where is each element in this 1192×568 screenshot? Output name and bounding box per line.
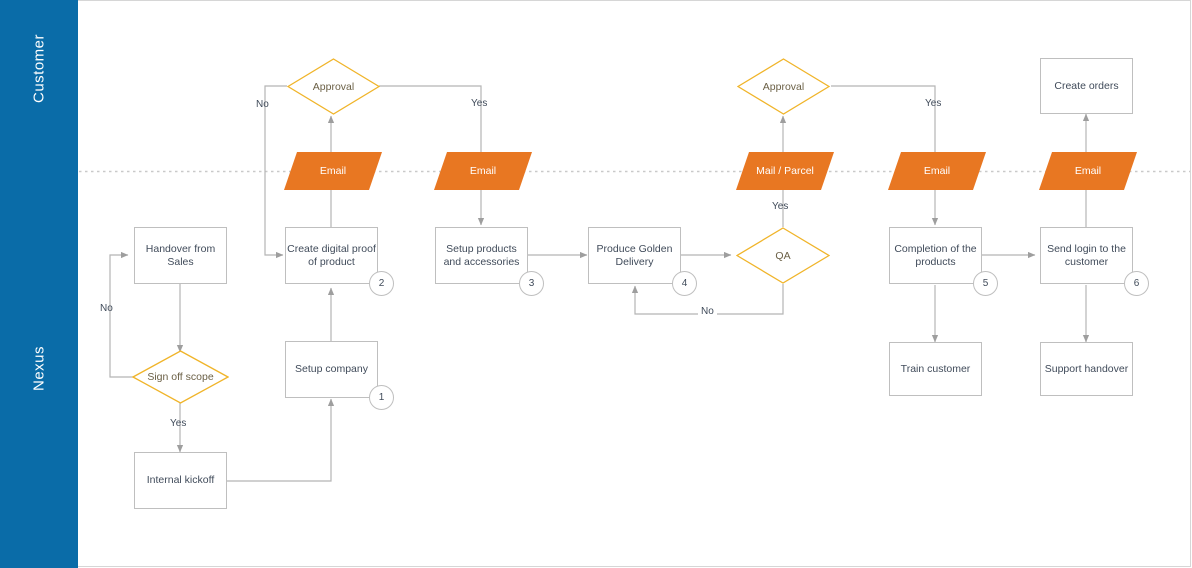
edge-label-no-qa: No <box>698 306 717 317</box>
badge-send-login-to-customer: 6 <box>1124 271 1149 296</box>
decision-qa-label: QA <box>775 249 791 262</box>
badge-completion-of-products: 5 <box>973 271 998 296</box>
message-mail-parcel-label: Mail / Parcel <box>756 165 814 177</box>
process-support-handover[interactable]: Support handover <box>1040 342 1133 396</box>
edge-label-yes-approval-1: Yes <box>471 98 488 109</box>
message-email-2[interactable]: Email <box>434 152 532 190</box>
process-train-customer-label: Train customer <box>900 362 971 375</box>
badge-setup-company: 1 <box>369 385 394 410</box>
decision-approval-1-label: Approval <box>312 80 355 93</box>
process-create-orders[interactable]: Create orders <box>1040 58 1133 114</box>
edge-label-yes-approval-2: Yes <box>925 98 942 109</box>
decision-sign-off-scope[interactable]: Sign off scope <box>131 350 230 404</box>
process-produce-golden-delivery-label: Produce Golden Delivery <box>596 242 673 268</box>
process-create-orders-label: Create orders <box>1054 79 1119 92</box>
process-handover-from-sales-label: Handover from Sales <box>145 242 216 268</box>
process-create-digital-proof[interactable]: Create digital proof of product <box>285 227 378 284</box>
process-support-handover-label: Support handover <box>1044 362 1129 375</box>
process-handover-from-sales[interactable]: Handover from Sales <box>134 227 227 284</box>
process-setup-company[interactable]: Setup company <box>285 341 378 398</box>
edge-label-yes-qa: Yes <box>772 201 789 212</box>
decision-approval-2[interactable]: Approval <box>736 58 831 115</box>
message-email-4-label: Email <box>1074 165 1102 177</box>
badge-produce-golden-delivery: 4 <box>672 271 697 296</box>
flowchart-canvas: Customer Nexus Approval Approval Sign of… <box>0 0 1192 568</box>
message-email-4[interactable]: Email <box>1039 152 1137 190</box>
decision-sign-off-scope-label: Sign off scope <box>147 371 214 383</box>
badge-create-digital-proof: 2 <box>369 271 394 296</box>
process-produce-golden-delivery[interactable]: Produce Golden Delivery <box>588 227 681 284</box>
message-mail-parcel[interactable]: Mail / Parcel <box>736 152 834 190</box>
process-send-login-to-customer[interactable]: Send login to the customer <box>1040 227 1133 284</box>
message-email-3[interactable]: Email <box>888 152 986 190</box>
decision-approval-2-label: Approval <box>762 80 805 93</box>
process-internal-kickoff[interactable]: Internal kickoff <box>134 452 227 509</box>
process-setup-company-label: Setup company <box>295 363 368 375</box>
process-setup-products-accessories[interactable]: Setup products and accessories <box>435 227 528 284</box>
decision-approval-1[interactable]: Approval <box>286 58 381 115</box>
message-email-1[interactable]: Email <box>284 152 382 190</box>
process-send-login-to-customer-label: Send login to the customer <box>1047 242 1126 268</box>
edge-label-no-approval-1: No <box>256 99 269 110</box>
edge-label-yes-signoff: Yes <box>170 418 187 429</box>
message-email-1-label: Email <box>319 165 347 177</box>
process-completion-of-products[interactable]: Completion of the products <box>889 227 982 284</box>
process-train-customer[interactable]: Train customer <box>889 342 982 396</box>
process-completion-of-products-label: Completion of the products <box>894 242 977 268</box>
process-setup-products-accessories-label: Setup products and accessories <box>443 242 520 268</box>
message-email-3-label: Email <box>923 165 951 177</box>
decision-qa[interactable]: QA <box>735 227 831 284</box>
edge-label-no-signoff: No <box>100 303 113 314</box>
process-create-digital-proof-label: Create digital proof of product <box>287 242 376 268</box>
badge-setup-products-accessories: 3 <box>519 271 544 296</box>
message-email-2-label: Email <box>469 165 497 177</box>
process-internal-kickoff-label: Internal kickoff <box>146 474 215 486</box>
